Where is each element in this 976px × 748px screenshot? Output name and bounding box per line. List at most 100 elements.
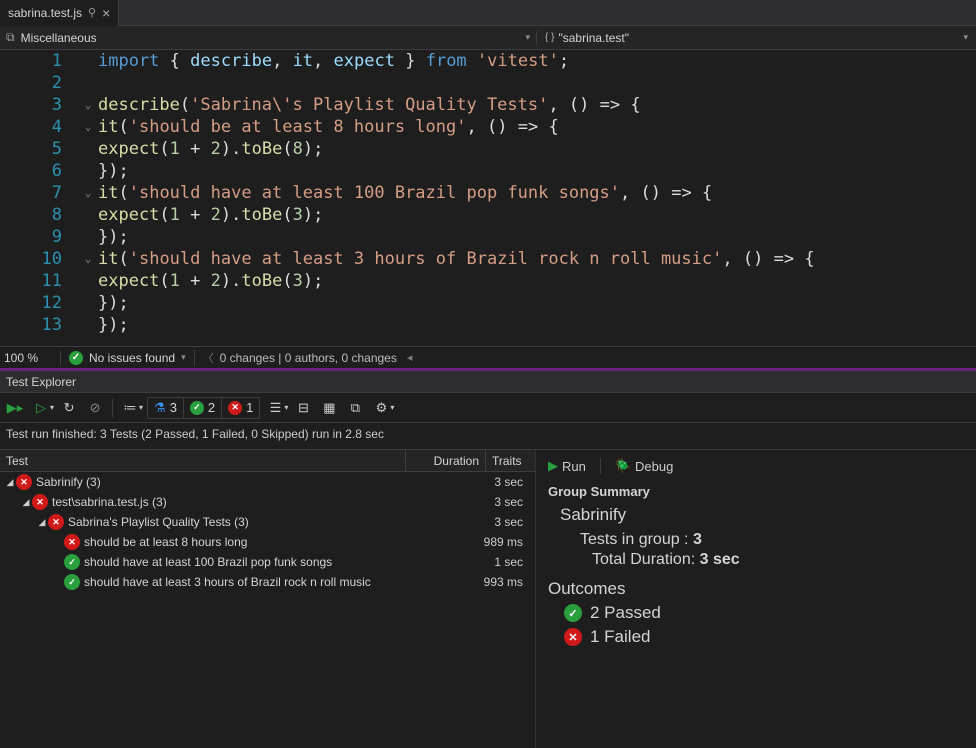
code-line[interactable]: 7⌄ it('should have at least 100 Brazil p… xyxy=(0,182,976,204)
line-number: 12 xyxy=(0,292,78,314)
code-line[interactable]: 6 }); xyxy=(0,160,976,182)
fail-icon: ✕ xyxy=(16,474,32,490)
test-row[interactable]: ✓ should have at least 3 hours of Brazil … xyxy=(0,572,535,592)
code-line[interactable]: 8 expect(1 + 2).toBe(3); xyxy=(0,204,976,226)
fold-toggle[interactable]: ⌄ xyxy=(78,182,98,204)
test-label: test\sabrina.test.js (3) xyxy=(52,495,415,509)
code-line[interactable]: 4⌄ it('should be at least 8 hours long',… xyxy=(0,116,976,138)
context-scope[interactable]: { } "sabrina.test" ▾ xyxy=(536,31,976,45)
chevron-down-icon[interactable]: ▾ xyxy=(390,403,394,412)
play-icon: ▶ xyxy=(548,458,558,474)
fold-toggle[interactable]: ⌄ xyxy=(78,116,98,138)
fold-toggle xyxy=(78,292,98,314)
settings-icon[interactable]: ⚙ xyxy=(370,397,392,419)
code-changes[interactable]: 〈 0 changes | 0 authors, 0 changes ◂ xyxy=(194,350,421,366)
chevron-right-icon: ◂ xyxy=(407,351,413,364)
test-duration: 993 ms xyxy=(415,575,535,589)
filter-passed[interactable]: ✓ 2 xyxy=(184,398,222,418)
code-text: }); xyxy=(98,160,976,182)
code-line[interactable]: 1import { describe, it, expect } from 'v… xyxy=(0,50,976,72)
filter-total-count: 3 xyxy=(170,400,177,415)
fold-toggle[interactable]: ⌄ xyxy=(78,248,98,270)
test-duration: 989 ms xyxy=(415,535,535,549)
pass-icon: ✓ xyxy=(190,401,204,415)
check-icon: ✓ xyxy=(69,351,83,365)
total-duration: Total Duration: 3 sec xyxy=(592,551,964,569)
test-row[interactable]: ✕should be at least 8 hours long989 ms xyxy=(0,532,535,552)
code-text: import { describe, it, expect } from 'vi… xyxy=(98,50,976,72)
cancel-run-button[interactable]: ⊘ xyxy=(84,397,106,419)
expander-icon[interactable]: ◢ xyxy=(4,477,16,488)
test-row[interactable]: ◢✕Sabrinify (3)3 sec xyxy=(0,472,535,492)
pin-icon[interactable]: ⚲ xyxy=(88,0,96,26)
code-line[interactable]: 12 }); xyxy=(0,292,976,314)
test-duration: 1 sec xyxy=(415,555,535,569)
code-line[interactable]: 3⌄describe('Sabrina\'s Playlist Quality … xyxy=(0,94,976,116)
expander-icon[interactable]: ◢ xyxy=(20,497,32,508)
chevron-down-icon[interactable]: ▾ xyxy=(50,403,54,412)
line-number: 6 xyxy=(0,160,78,182)
pass-icon: ✓ xyxy=(64,574,80,590)
issues-label: No issues found xyxy=(89,351,175,365)
expander-icon[interactable]: ◢ xyxy=(36,517,48,528)
detail-run-button[interactable]: ▶ Run xyxy=(548,458,586,474)
group-by-button[interactable]: ⊟ xyxy=(292,397,314,419)
group-name: Sabrinify xyxy=(560,505,964,525)
bug-icon: 🪲 xyxy=(615,458,631,474)
fold-toggle[interactable]: ⌄ xyxy=(78,94,98,116)
separator xyxy=(600,458,601,474)
project-icon: ⧉ xyxy=(6,30,15,45)
test-label: should have at least 100 Brazil pop funk… xyxy=(84,555,415,569)
zoom-level[interactable]: 100 % xyxy=(0,351,60,365)
col-test[interactable]: Test xyxy=(0,450,405,471)
test-row[interactable]: ◢✕test\sabrina.test.js (3)3 sec xyxy=(0,492,535,512)
expand-button[interactable]: ⧉ xyxy=(344,397,366,419)
col-traits[interactable]: Traits xyxy=(485,450,535,471)
project-scope[interactable]: ⧉ Miscellaneous ▾ xyxy=(0,30,536,45)
repeat-run-button[interactable]: ↻ xyxy=(58,397,80,419)
line-number: 11 xyxy=(0,270,78,292)
outcomes-header: Outcomes xyxy=(548,579,964,599)
changes-label: 0 changes | 0 authors, 0 changes xyxy=(220,351,397,365)
view-button[interactable]: ☰ xyxy=(264,397,286,419)
outcome-passed: ✓ 2 Passed xyxy=(564,603,964,623)
chevron-down-icon[interactable]: ▾ xyxy=(284,403,288,412)
fold-toggle xyxy=(78,226,98,248)
columns-button[interactable]: ▦ xyxy=(318,397,340,419)
test-duration: 3 sec xyxy=(415,515,535,529)
test-row[interactable]: ✓should have at least 100 Brazil pop fun… xyxy=(0,552,535,572)
col-duration[interactable]: Duration xyxy=(405,450,485,471)
pass-icon: ✓ xyxy=(564,604,582,622)
filter-failed-count: 1 xyxy=(246,400,253,415)
code-line[interactable]: 10⌄ it('should have at least 3 hours of … xyxy=(0,248,976,270)
line-number: 8 xyxy=(0,204,78,226)
filter-total[interactable]: ⚗ 3 xyxy=(148,398,184,418)
close-icon[interactable]: × xyxy=(102,0,110,26)
code-editor[interactable]: 1import { describe, it, expect } from 'v… xyxy=(0,50,976,346)
fail-icon: ✕ xyxy=(32,494,48,510)
code-line[interactable]: 2 xyxy=(0,72,976,94)
code-line[interactable]: 11 expect(1 + 2).toBe(3); xyxy=(0,270,976,292)
code-text: expect(1 + 2).toBe(3); xyxy=(98,204,976,226)
code-text: }); xyxy=(98,314,976,336)
filter-failed[interactable]: ✕ 1 xyxy=(222,398,259,418)
test-row[interactable]: ◢✕Sabrina's Playlist Quality Tests (3)3 … xyxy=(0,512,535,532)
code-line[interactable]: 13}); xyxy=(0,314,976,336)
flask-icon: ⚗ xyxy=(154,400,166,416)
code-text: }); xyxy=(98,226,976,248)
code-line[interactable]: 5 expect(1 + 2).toBe(8); xyxy=(0,138,976,160)
run-all-button[interactable]: ▶▸ xyxy=(4,397,26,419)
code-line[interactable]: 9 }); xyxy=(0,226,976,248)
issues-indicator[interactable]: ✓ No issues found ▾ xyxy=(60,351,194,365)
tab-sabrina-test-js[interactable]: sabrina.test.js ⚲ × xyxy=(0,0,119,26)
run-button[interactable]: ▷ xyxy=(30,397,52,419)
tree-body[interactable]: ◢✕Sabrinify (3)3 sec◢✕test\sabrina.test.… xyxy=(0,472,535,748)
code-text: }); xyxy=(98,292,976,314)
playlist-button[interactable]: ≔ xyxy=(119,397,141,419)
outcome-failed: ✕ 1 Failed xyxy=(564,627,964,647)
chevron-down-icon[interactable]: ▾ xyxy=(139,403,143,412)
test-label: should have at least 3 hours of Brazil r… xyxy=(84,575,415,589)
tests-in-group: Tests in group : 3 xyxy=(580,531,964,549)
detail-debug-label: Debug xyxy=(635,459,673,474)
detail-debug-button[interactable]: 🪲 Debug xyxy=(615,458,674,474)
